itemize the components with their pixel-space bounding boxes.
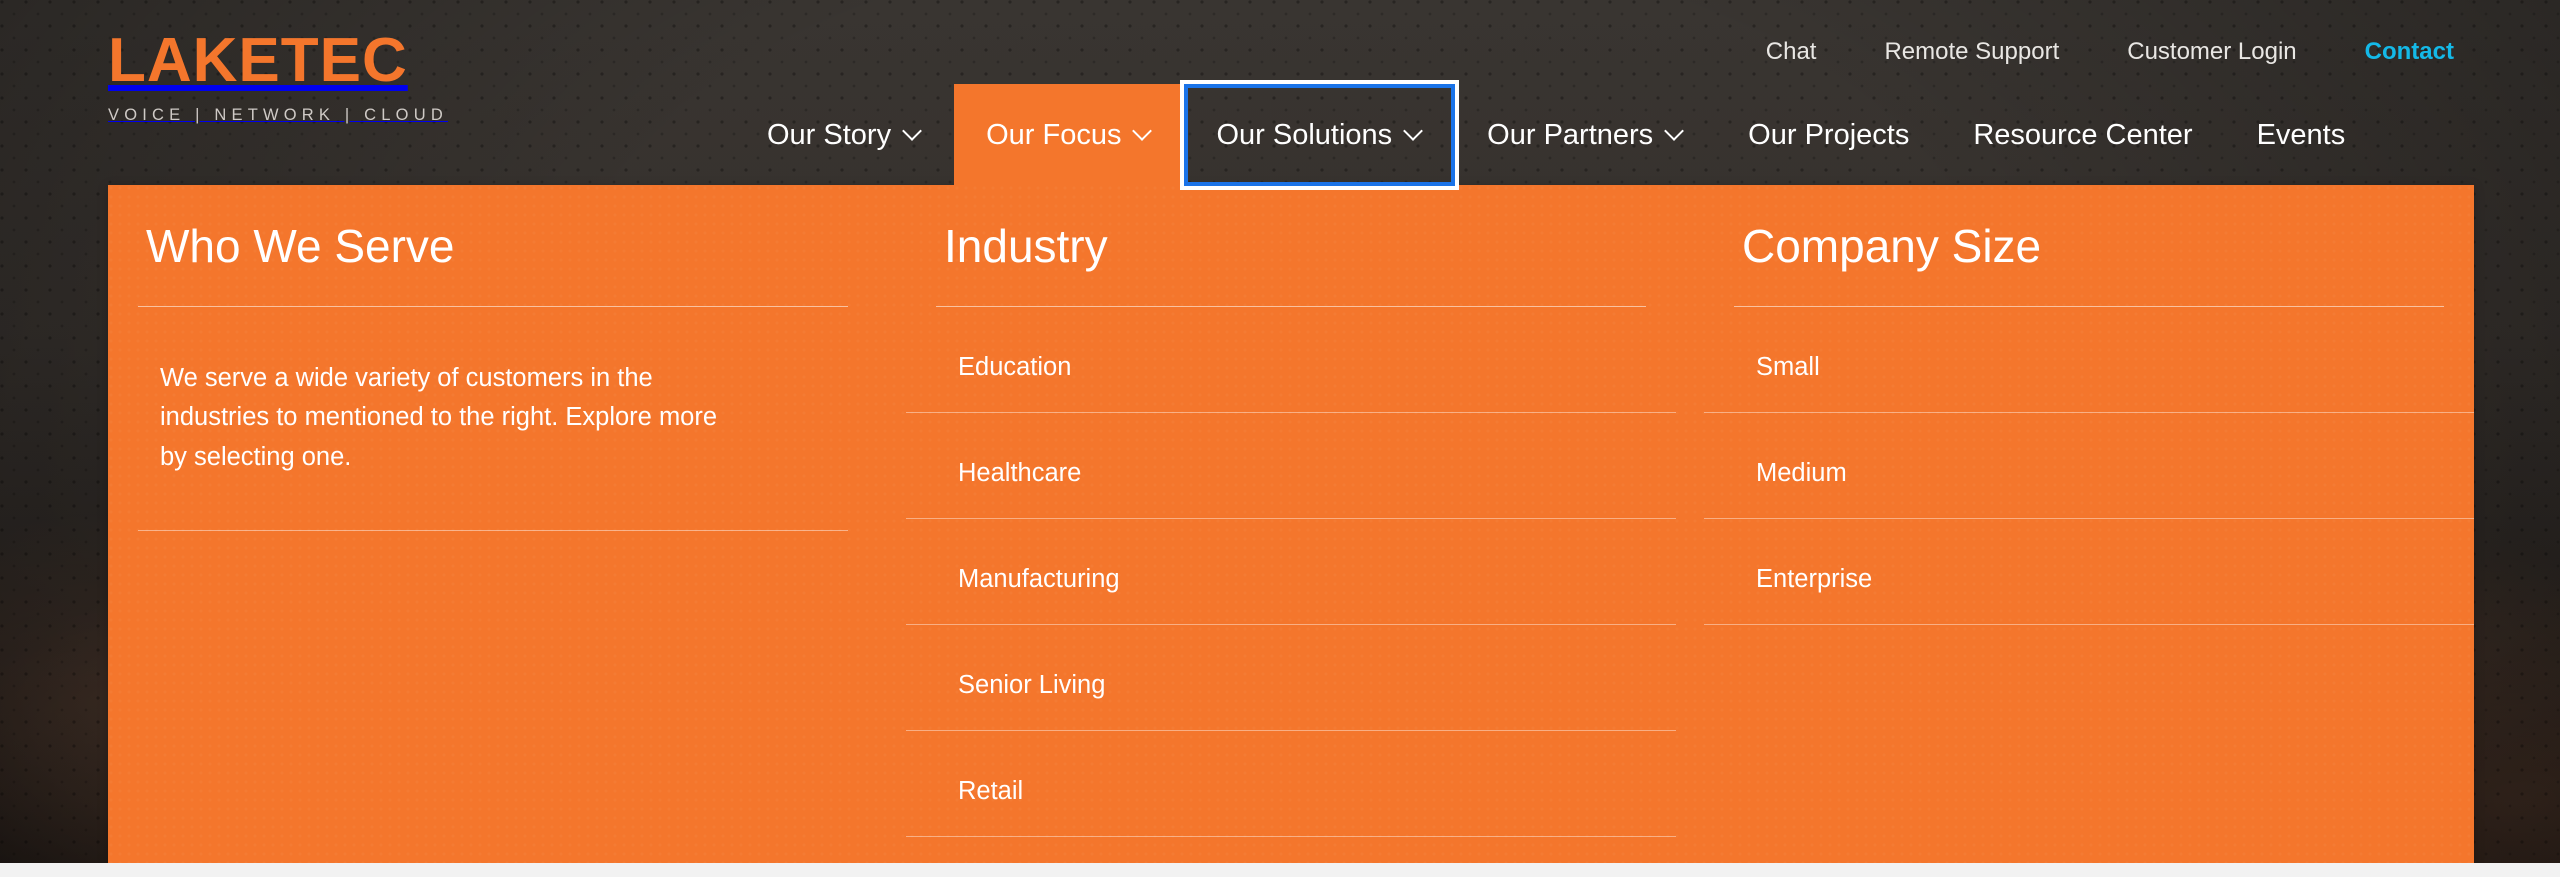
mega-menu-link-enterprise[interactable]: Enterprise [1704, 519, 2474, 625]
nav-item-events[interactable]: Events [2225, 84, 2378, 186]
logo-tagline: VOICE | NETWORK | CLOUD [108, 106, 448, 124]
nav-item-label: Our Projects [1748, 118, 1910, 151]
list-item: Manufacturing [906, 519, 1676, 625]
page-bottom-strip [0, 863, 2560, 877]
nav-item-label: Our Partners [1487, 118, 1654, 151]
nav-item-our-partners[interactable]: Our Partners [1455, 84, 1716, 186]
mega-menu-list: Small Medium Enterprise [1704, 307, 2474, 625]
mega-menu-panel: Who We Serve We serve a wide variety of c… [108, 185, 2474, 863]
utility-nav: Chat Remote Support Customer Login Contact [1732, 32, 2454, 72]
who-we-serve-paragraph: We serve a wide variety of customers in … [160, 363, 718, 472]
page-root: LAKETEC VOICE | NETWORK | CLOUD Chat Remo… [0, 0, 2560, 877]
mega-column-body: We serve a wide variety of customers in … [108, 307, 878, 531]
nav-item-our-projects[interactable]: Our Projects [1716, 84, 1941, 186]
mega-menu-link-small[interactable]: Small [1704, 307, 2474, 413]
mega-menu-link-retail[interactable]: Retail [906, 731, 1676, 837]
chevron-down-icon [1134, 123, 1152, 141]
list-item: Senior Living [906, 625, 1676, 731]
list-item: Medium [1704, 413, 2474, 519]
mega-column-who-we-serve: Who We Serve We serve a wide variety of c… [108, 185, 878, 863]
site-header: LAKETEC VOICE | NETWORK | CLOUD Chat Remo… [0, 0, 2560, 186]
nav-item-label: Resource Center [1973, 118, 2193, 151]
mega-column-heading: Company Size [1742, 220, 2042, 272]
mega-menu-link-senior-living[interactable]: Senior Living [906, 625, 1676, 731]
nav-item-label: Our Solutions [1216, 118, 1393, 151]
nav-item-label: Our Focus [986, 118, 1122, 151]
util-link-remote-support[interactable]: Remote Support [1850, 32, 2093, 72]
nav-item-our-solutions[interactable]: Our Solutions [1184, 84, 1456, 186]
chevron-down-icon [904, 123, 922, 141]
logo-wordmark: LAKETEC [108, 26, 408, 95]
nav-item-resource-center[interactable]: Resource Center [1941, 84, 2224, 186]
mega-menu-list: Education Healthcare Manufacturing Senior L… [906, 307, 1676, 877]
util-link-contact[interactable]: Contact [2331, 32, 2454, 72]
mega-column-body: Small Medium Enterprise [1704, 307, 2474, 625]
chevron-down-icon [1666, 123, 1684, 141]
mega-column-body: Education Healthcare Manufacturing Senior L… [906, 307, 1676, 877]
util-link-customer-login[interactable]: Customer Login [2093, 32, 2330, 72]
list-item: Small [1704, 307, 2474, 413]
list-item: Enterprise [1704, 519, 2474, 625]
util-link-chat[interactable]: Chat [1732, 32, 1851, 72]
nav-item-label: Our Story [767, 118, 892, 151]
nav-item-our-focus[interactable]: Our Focus [954, 84, 1185, 186]
mega-menu-link-medium[interactable]: Medium [1704, 413, 2474, 519]
mega-column-heading: Industry [944, 220, 1108, 272]
main-nav: Our Story Our Focus Our Solutions Our Partn… [735, 84, 2377, 186]
list-item: Healthcare [906, 413, 1676, 519]
mega-column-company-size: Company Size Small Medium Enterprise [1704, 185, 2474, 863]
chevron-down-icon [1405, 123, 1423, 141]
nav-item-label: Events [2256, 118, 2346, 151]
site-logo[interactable]: LAKETEC VOICE | NETWORK | CLOUD [108, 30, 458, 125]
mega-menu-link-manufacturing[interactable]: Manufacturing [906, 519, 1676, 625]
list-item: Education [906, 307, 1676, 413]
mega-menu-link-education[interactable]: Education [906, 307, 1676, 413]
who-we-serve-bottom-rule [138, 529, 848, 531]
mega-column-industry: Industry Education Healthcare Manufacturing… [906, 185, 1676, 863]
mega-menu-link-healthcare[interactable]: Healthcare [906, 413, 1676, 519]
nav-item-our-story[interactable]: Our Story [735, 84, 954, 186]
mega-column-heading: Who We Serve [146, 220, 455, 272]
list-item: Retail [906, 731, 1676, 837]
